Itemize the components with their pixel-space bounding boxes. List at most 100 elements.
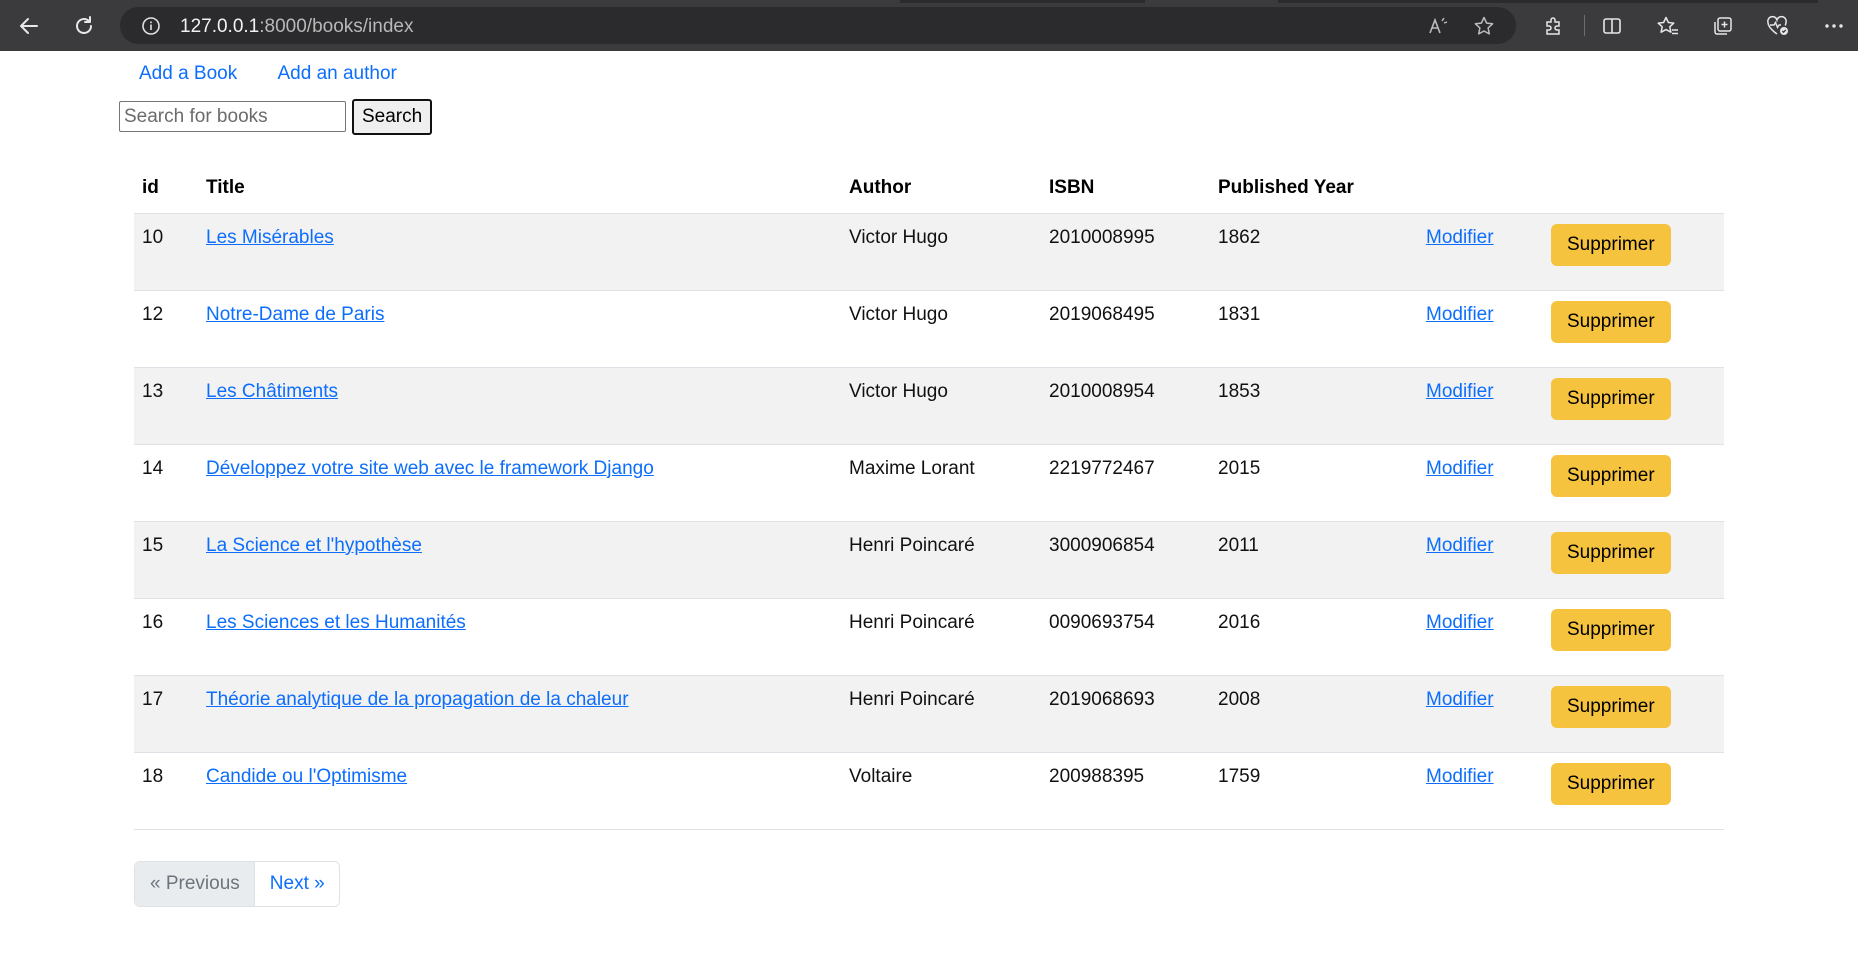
favorites-icon[interactable] (1654, 12, 1682, 40)
cell-author: Voltaire (841, 752, 1041, 830)
delete-button[interactable]: Supprimer (1551, 763, 1671, 805)
cell-delete: Supprimer (1543, 598, 1724, 676)
books-table: id Title Author ISBN Published Year 10 L… (134, 163, 1724, 830)
cell-author: Victor Hugo (841, 213, 1041, 291)
tab-strip-edge (1278, 0, 1818, 3)
cell-delete: Supprimer (1543, 290, 1724, 368)
previous-page-button[interactable]: « Previous (135, 862, 255, 906)
cell-modify: Modifier (1418, 290, 1543, 368)
puzzle-icon[interactable] (1540, 12, 1568, 40)
table-row: 13 Les Châtiments Victor Hugo 2010008954… (134, 367, 1724, 445)
book-title-link[interactable]: Développez votre site web avec le framew… (206, 458, 654, 479)
table-row: 12 Notre-Dame de Paris Victor Hugo 20190… (134, 290, 1724, 368)
cell-id: 18 (134, 752, 198, 830)
cell-isbn: 0090693754 (1041, 598, 1210, 676)
cell-id: 14 (134, 444, 198, 522)
cell-year: 1831 (1210, 290, 1418, 368)
cell-author: Victor Hugo (841, 367, 1041, 445)
tab-strip-edge (900, 0, 1145, 3)
modify-link[interactable]: Modifier (1426, 381, 1494, 402)
delete-button[interactable]: Supprimer (1551, 686, 1671, 728)
more-icon[interactable] (1820, 12, 1848, 40)
cell-modify: Modifier (1418, 675, 1543, 753)
cell-year: 1853 (1210, 367, 1418, 445)
cell-modify: Modifier (1418, 444, 1543, 522)
cell-modify: Modifier (1418, 752, 1543, 830)
table-row: 10 Les Misérables Victor Hugo 2010008995… (134, 213, 1724, 291)
cell-year: 1759 (1210, 752, 1418, 830)
browser-toolbar: 127.0.0.1:8000/books/index (0, 0, 1858, 51)
header-empty (1418, 163, 1543, 214)
cell-author: Henri Poincaré (841, 598, 1041, 676)
modify-link[interactable]: Modifier (1426, 689, 1494, 710)
delete-button[interactable]: Supprimer (1551, 301, 1671, 343)
delete-button[interactable]: Supprimer (1551, 455, 1671, 497)
delete-button[interactable]: Supprimer (1551, 224, 1671, 266)
book-title-link[interactable]: Candide ou l'Optimisme (206, 766, 407, 787)
book-title-link[interactable]: La Science et l'hypothèse (206, 535, 422, 556)
delete-button[interactable]: Supprimer (1551, 378, 1671, 420)
url-host: 127.0.0.1 (180, 16, 260, 37)
split-screen-icon[interactable] (1598, 12, 1626, 40)
cell-modify: Modifier (1418, 521, 1543, 599)
collections-icon[interactable] (1709, 12, 1737, 40)
table-row: 14 Développez votre site web avec le fra… (134, 444, 1724, 522)
modify-link[interactable]: Modifier (1426, 227, 1494, 248)
search-form: Search (119, 99, 433, 135)
cell-isbn: 2219772467 (1041, 444, 1210, 522)
table-row: 15 La Science et l'hypothèse Henri Poinc… (134, 521, 1724, 599)
cell-author: Maxime Lorant (841, 444, 1041, 522)
top-nav: Add a Book Add an author (139, 63, 433, 85)
info-icon[interactable] (140, 15, 161, 36)
read-aloud-icon[interactable] (1426, 14, 1450, 38)
search-input[interactable] (119, 101, 346, 132)
address-bar[interactable]: 127.0.0.1:8000/books/index (120, 7, 1516, 44)
modify-link[interactable]: Modifier (1426, 304, 1494, 325)
cell-isbn: 200988395 (1041, 752, 1210, 830)
table-row: 18 Candide ou l'Optimisme Voltaire 20098… (134, 752, 1724, 830)
cell-title: Les Sciences et les Humanités (198, 598, 841, 676)
cell-year: 1862 (1210, 213, 1418, 291)
back-arrow-icon[interactable] (12, 9, 46, 43)
search-button[interactable]: Search (352, 99, 433, 135)
cell-isbn: 2019068495 (1041, 290, 1210, 368)
cell-delete: Supprimer (1543, 367, 1724, 445)
cell-modify: Modifier (1418, 598, 1543, 676)
header-author: Author (841, 163, 1041, 214)
header-title: Title (198, 163, 841, 214)
book-title-link[interactable]: Notre-Dame de Paris (206, 304, 384, 325)
cell-isbn: 2010008995 (1041, 213, 1210, 291)
cell-delete: Supprimer (1543, 752, 1724, 830)
pagination: « Previous Next » (134, 861, 340, 907)
cell-title: La Science et l'hypothèse (198, 521, 841, 599)
star-icon[interactable] (1472, 14, 1496, 38)
book-title-link[interactable]: Théorie analytique de la propagation de … (206, 689, 629, 710)
cell-id: 12 (134, 290, 198, 368)
cell-isbn: 3000906854 (1041, 521, 1210, 599)
toolbar-separator (1584, 15, 1585, 36)
book-title-link[interactable]: Les Châtiments (206, 381, 338, 402)
cell-id: 17 (134, 675, 198, 753)
url-path: :8000/books/index (259, 16, 414, 37)
modify-link[interactable]: Modifier (1426, 458, 1494, 479)
modify-link[interactable]: Modifier (1426, 766, 1494, 787)
book-title-link[interactable]: Les Misérables (206, 227, 334, 248)
cell-modify: Modifier (1418, 367, 1543, 445)
delete-button[interactable]: Supprimer (1551, 532, 1671, 574)
modify-link[interactable]: Modifier (1426, 612, 1494, 633)
delete-button[interactable]: Supprimer (1551, 609, 1671, 651)
header-id: id (134, 163, 198, 214)
cell-author: Henri Poincaré (841, 521, 1041, 599)
heart-pulse-icon[interactable] (1764, 12, 1792, 40)
cell-title: Les Châtiments (198, 367, 841, 445)
cell-title: Théorie analytique de la propagation de … (198, 675, 841, 753)
reload-icon[interactable] (67, 9, 101, 43)
next-page-button[interactable]: Next » (254, 862, 339, 906)
url-text[interactable]: 127.0.0.1:8000/books/index (180, 16, 413, 38)
book-title-link[interactable]: Les Sciences et les Humanités (206, 612, 466, 633)
modify-link[interactable]: Modifier (1426, 535, 1494, 556)
add-author-link[interactable]: Add an author (277, 63, 396, 84)
cell-modify: Modifier (1418, 213, 1543, 291)
cell-title: Candide ou l'Optimisme (198, 752, 841, 830)
add-book-link[interactable]: Add a Book (139, 63, 237, 84)
